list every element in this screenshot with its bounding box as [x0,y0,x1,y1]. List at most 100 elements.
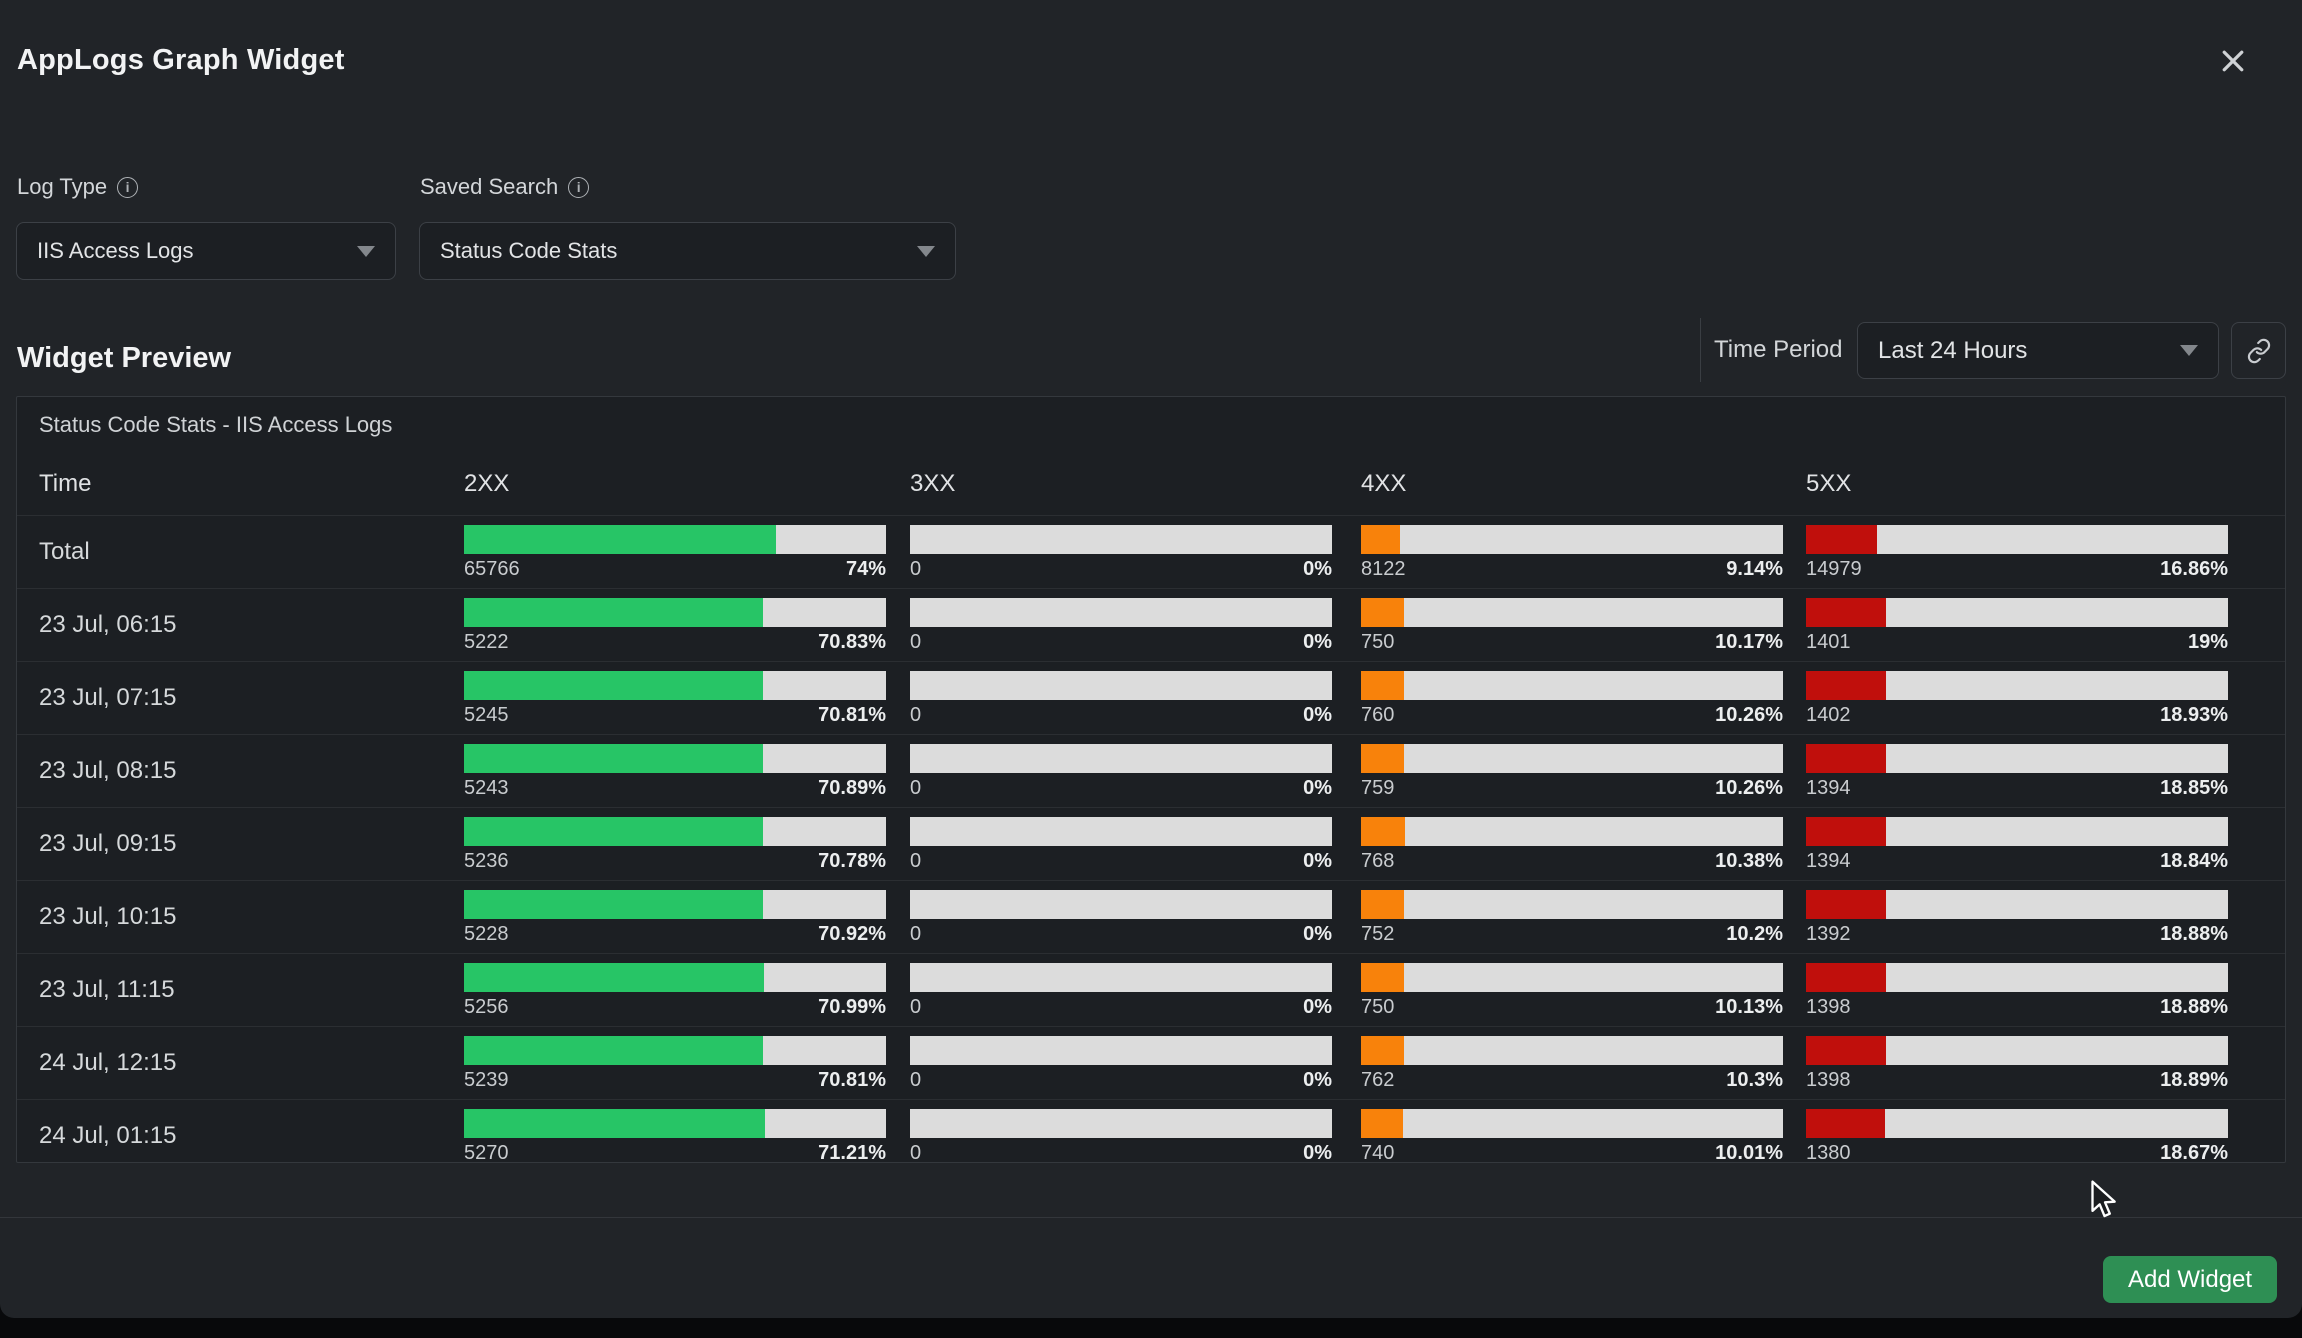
cell-percent: 0% [1303,1142,1332,1163]
bar-cell: 762 10.3% [1361,1027,1806,1099]
cell-value: 0 [910,1142,921,1163]
column-header-time: Time [17,470,464,498]
bar-fill [1361,744,1404,773]
cell-percent: 10.3% [1726,1069,1783,1092]
link-icon [2246,338,2272,364]
cell-percent: 10.01% [1715,1142,1783,1163]
column-header-3xx: 3XX [910,470,1361,498]
cell-value: 5228 [464,923,509,946]
copy-link-button[interactable] [2231,322,2286,379]
bar-cell: 0 0% [910,589,1361,661]
bar-track [464,1036,886,1065]
time-cell: 23 Jul, 07:15 [17,662,464,734]
saved-search-select[interactable]: Status Code Stats [419,222,956,280]
log-type-select[interactable]: IIS Access Logs [16,222,396,280]
close-icon [2218,46,2248,76]
info-icon[interactable]: i [568,177,589,198]
cell-percent: 0% [1303,850,1332,873]
bar-track [1361,744,1783,773]
table-body: Total 65766 74% 0 0% 8122 9.14% 14979 [17,515,2285,1163]
table-row: 23 Jul, 09:15 5236 70.78% 0 0% 768 10.38… [17,807,2285,880]
cell-value: 0 [910,1069,921,1092]
cell-value: 0 [910,996,921,1019]
saved-search-value: Status Code Stats [440,238,617,264]
bar-fill [1361,963,1404,992]
bar-cell: 740 10.01% [1361,1100,1806,1163]
bar-track [464,817,886,846]
cell-value: 1394 [1806,777,1851,800]
cell-value: 0 [910,558,921,581]
bar-fill [1806,525,1877,554]
cell-percent: 0% [1303,1069,1332,1092]
bar-track [1361,1036,1783,1065]
cell-value: 5270 [464,1142,509,1163]
bar-cell: 5256 70.99% [464,954,910,1026]
cell-value: 14979 [1806,558,1862,581]
cell-percent: 10.2% [1726,923,1783,946]
cell-percent: 0% [1303,923,1332,946]
bar-track [910,525,1332,554]
saved-search-label: Saved Search i [420,174,589,200]
bar-fill [1806,963,1886,992]
cell-percent: 18.88% [2160,996,2228,1019]
add-widget-button[interactable]: Add Widget [2103,1256,2277,1303]
bar-fill [1806,817,1886,846]
time-cell: 24 Jul, 12:15 [17,1027,464,1099]
dialog-title: AppLogs Graph Widget [17,44,345,77]
bar-track [1361,598,1783,627]
column-header-5xx: 5XX [1806,470,2246,498]
time-cell: 23 Jul, 11:15 [17,954,464,1026]
info-icon[interactable]: i [117,177,138,198]
bar-fill [464,963,764,992]
cell-value: 740 [1361,1142,1394,1163]
chevron-down-icon [2180,345,2198,356]
bar-track [1361,890,1783,919]
cell-value: 1401 [1806,631,1851,654]
bar-cell: 0 0% [910,954,1361,1026]
bar-track [464,598,886,627]
time-cell: 23 Jul, 06:15 [17,589,464,661]
bar-track [1806,817,2228,846]
cell-percent: 10.17% [1715,631,1783,654]
bar-cell: 1380 18.67% [1806,1100,2246,1163]
bar-track [910,671,1332,700]
bar-cell: 0 0% [910,1100,1361,1163]
bar-track [910,744,1332,773]
cell-percent: 70.89% [818,777,886,800]
table-row: 23 Jul, 08:15 5243 70.89% 0 0% 759 10.26… [17,734,2285,807]
bar-fill [1806,890,1886,919]
cell-percent: 70.81% [818,704,886,727]
bar-fill [464,598,763,627]
cell-value: 5239 [464,1069,509,1092]
cell-percent: 0% [1303,704,1332,727]
cell-value: 760 [1361,704,1394,727]
bar-fill [1361,525,1400,554]
cell-value: 1398 [1806,996,1851,1019]
bar-cell: 5228 70.92% [464,881,910,953]
bar-track [1806,671,2228,700]
table-row: 23 Jul, 11:15 5256 70.99% 0 0% 750 10.13… [17,953,2285,1026]
table-row: Total 65766 74% 0 0% 8122 9.14% 14979 [17,515,2285,588]
cell-percent: 9.14% [1726,558,1783,581]
bar-track [1361,671,1783,700]
bar-cell: 5236 70.78% [464,808,910,880]
bar-fill [1361,598,1404,627]
time-cell: 23 Jul, 08:15 [17,735,464,807]
bar-track [910,598,1332,627]
cell-percent: 0% [1303,558,1332,581]
cell-percent: 19% [2188,631,2228,654]
cell-percent: 10.13% [1715,996,1783,1019]
time-cell: Total [17,516,464,588]
bar-track [1806,890,2228,919]
bar-fill [1806,598,1886,627]
time-period-select[interactable]: Last 24 Hours [1857,322,2219,379]
cell-value: 1394 [1806,850,1851,873]
table-row: 23 Jul, 07:15 5245 70.81% 0 0% 760 10.26… [17,661,2285,734]
cell-percent: 18.84% [2160,850,2228,873]
time-cell: 24 Jul, 01:15 [17,1100,464,1163]
bar-cell: 5270 71.21% [464,1100,910,1163]
close-button[interactable] [2210,38,2256,84]
cell-value: 5256 [464,996,509,1019]
bar-cell: 759 10.26% [1361,735,1806,807]
bar-fill [1361,817,1405,846]
